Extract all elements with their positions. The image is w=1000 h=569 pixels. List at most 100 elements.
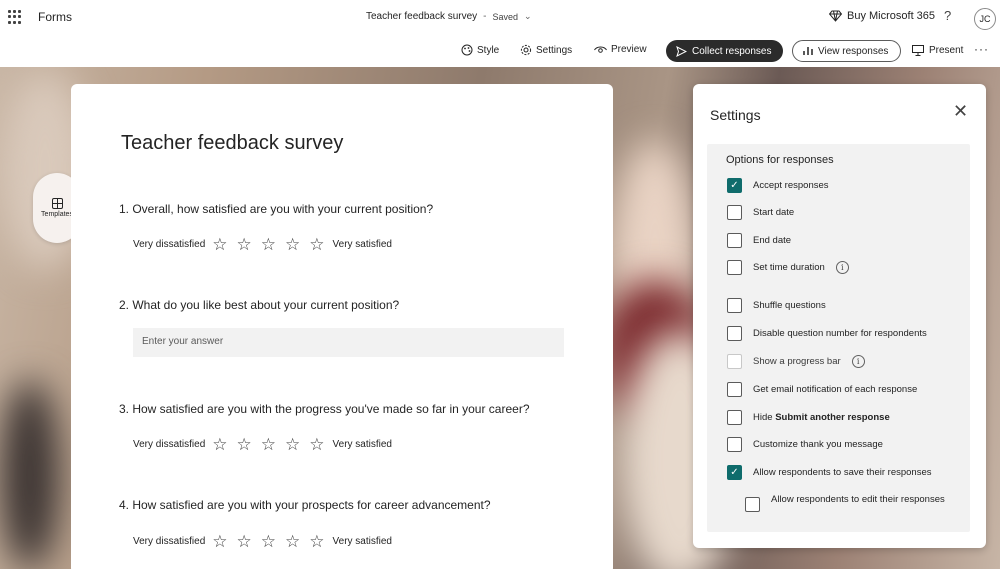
chart-icon <box>803 47 813 55</box>
rating-question-4: Very dissatisfied ☆ ☆ ☆ ☆ ☆ Very satisfied <box>133 533 392 550</box>
rating-high-label: Very satisfied <box>332 439 392 450</box>
diamond-icon <box>829 10 842 22</box>
star-icon[interactable]: ☆ <box>212 533 227 550</box>
option-label: Set time duration <box>753 262 825 273</box>
form-card: Teacher feedback survey 1. Overall, how … <box>71 84 613 569</box>
rating-question-3: Very dissatisfied ☆ ☆ ☆ ☆ ☆ Very satisfied <box>133 436 392 453</box>
question-1[interactable]: 1. Overall, how satisfied are you with y… <box>119 202 433 216</box>
info-icon[interactable]: i <box>835 261 849 274</box>
question-2[interactable]: 2. What do you like best about your curr… <box>119 298 399 312</box>
option-label-prefix: Hide <box>753 412 776 423</box>
option-accept-responses[interactable]: ✓ Accept responses <box>727 178 829 193</box>
help-icon[interactable]: ? <box>944 8 951 23</box>
rating-high-label: Very satisfied <box>332 239 392 250</box>
star-icon[interactable]: ☆ <box>237 436 252 453</box>
present-icon <box>912 45 924 56</box>
option-edit-responses[interactable]: Allow respondents to edit their response… <box>745 494 945 512</box>
app-name[interactable]: Forms <box>38 10 72 24</box>
star-icon[interactable]: ☆ <box>309 236 324 253</box>
checkbox-icon[interactable] <box>727 298 742 313</box>
checkbox-icon[interactable] <box>727 260 742 275</box>
option-label: Allow respondents to edit their response… <box>771 494 945 505</box>
section-heading: Options for responses <box>726 154 834 166</box>
rating-low-label: Very dissatisfied <box>133 239 206 250</box>
option-label: Show a progress bar <box>753 356 841 367</box>
avatar[interactable]: JC <box>974 8 996 30</box>
checkbox-icon[interactable] <box>727 205 742 220</box>
buy-microsoft-365-button[interactable]: Buy Microsoft 365 <box>829 10 935 22</box>
star-icon[interactable]: ☆ <box>285 436 300 453</box>
form-title[interactable]: Teacher feedback survey <box>121 132 343 155</box>
question-4[interactable]: 4. How satisfied are you with your prosp… <box>119 498 491 512</box>
option-hide-submit-another[interactable]: Hide Submit another response <box>727 410 890 425</box>
rating-low-label: Very dissatisfied <box>133 439 206 450</box>
option-set-time-duration[interactable]: Set time duration i <box>727 260 849 275</box>
rating-question-1: Very dissatisfied ☆ ☆ ☆ ☆ ☆ Very satisfied <box>133 236 392 253</box>
star-icon[interactable]: ☆ <box>261 236 276 253</box>
checkbox-icon[interactable] <box>727 410 742 425</box>
style-button[interactable]: Style <box>461 44 499 56</box>
present-button[interactable]: Present <box>912 45 963 56</box>
option-shuffle-questions[interactable]: Shuffle questions <box>727 298 826 313</box>
settings-title: Settings <box>710 107 761 123</box>
eye-icon <box>594 46 607 53</box>
rating-high-label: Very satisfied <box>332 536 392 547</box>
star-icon[interactable]: ☆ <box>237 236 252 253</box>
rating-low-label: Very dissatisfied <box>133 536 206 547</box>
star-icon[interactable]: ☆ <box>212 236 227 253</box>
option-start-date[interactable]: Start date <box>727 205 794 220</box>
checkbox-icon[interactable] <box>745 497 760 512</box>
checkbox-icon[interactable] <box>727 326 742 341</box>
settings-panel: Settings ✕ Options for responses ✓ Accep… <box>693 84 986 548</box>
collect-responses-button[interactable]: Collect responses <box>666 40 783 62</box>
send-icon <box>676 45 687 57</box>
preview-label: Preview <box>611 44 647 55</box>
option-label: End date <box>753 235 792 246</box>
star-icon[interactable]: ☆ <box>309 436 324 453</box>
checkbox-icon[interactable] <box>727 437 742 452</box>
palette-icon <box>461 44 473 56</box>
option-end-date[interactable]: End date <box>727 233 791 248</box>
checkbox-checked-icon[interactable]: ✓ <box>727 465 742 480</box>
view-responses-button[interactable]: View responses <box>792 40 901 62</box>
star-icon[interactable]: ☆ <box>285 236 300 253</box>
star-icon[interactable]: ☆ <box>285 533 300 550</box>
collect-label: Collect responses <box>692 45 772 57</box>
checkbox-checked-icon[interactable]: ✓ <box>727 178 742 193</box>
option-label: Start date <box>753 207 795 218</box>
preview-button[interactable]: Preview <box>594 44 647 55</box>
checkbox-icon[interactable] <box>727 382 742 397</box>
option-save-responses[interactable]: ✓ Allow respondents to save their respon… <box>727 465 932 480</box>
star-icon[interactable]: ☆ <box>261 533 276 550</box>
star-icon[interactable]: ☆ <box>261 436 276 453</box>
option-customize-thank-you[interactable]: Customize thank you message <box>727 437 883 452</box>
more-options-icon[interactable]: ··· <box>974 42 989 56</box>
checkbox-icon[interactable] <box>727 233 742 248</box>
star-icon[interactable]: ☆ <box>212 436 227 453</box>
option-show-progress-bar[interactable]: Show a progress bar i <box>727 354 865 369</box>
chevron-down-icon: ⌄ <box>524 11 532 21</box>
option-label-bold: Submit another response <box>775 412 890 423</box>
checkbox-disabled-icon <box>727 354 742 369</box>
view-responses-label: View responses <box>818 45 889 57</box>
app-launcher-icon[interactable] <box>8 10 22 24</box>
present-label: Present <box>929 45 964 56</box>
style-label: Style <box>477 44 500 56</box>
option-disable-question-number[interactable]: Disable question number for respondents <box>727 326 927 341</box>
templates-icon <box>51 198 63 209</box>
star-icon[interactable]: ☆ <box>237 533 252 550</box>
option-label: Allow respondents to save their response… <box>753 467 932 478</box>
info-icon[interactable]: i <box>851 355 865 368</box>
star-rating: ☆ ☆ ☆ ☆ ☆ <box>212 533 324 550</box>
settings-button[interactable]: Settings <box>520 44 572 56</box>
answer-input[interactable]: Enter your answer <box>133 328 564 357</box>
star-rating: ☆ ☆ ☆ ☆ ☆ <box>212 236 324 253</box>
star-icon[interactable]: ☆ <box>309 533 324 550</box>
document-title-menu[interactable]: Teacher feedback survey - Saved ⌄ <box>366 11 532 22</box>
gear-icon <box>520 44 532 56</box>
question-3[interactable]: 3. How satisfied are you with the progre… <box>119 402 530 416</box>
close-icon[interactable]: ✕ <box>953 102 968 120</box>
option-label: Get email notification of each response <box>753 384 918 395</box>
option-email-notification[interactable]: Get email notification of each response <box>727 382 917 397</box>
buy-label: Buy Microsoft 365 <box>847 10 936 22</box>
